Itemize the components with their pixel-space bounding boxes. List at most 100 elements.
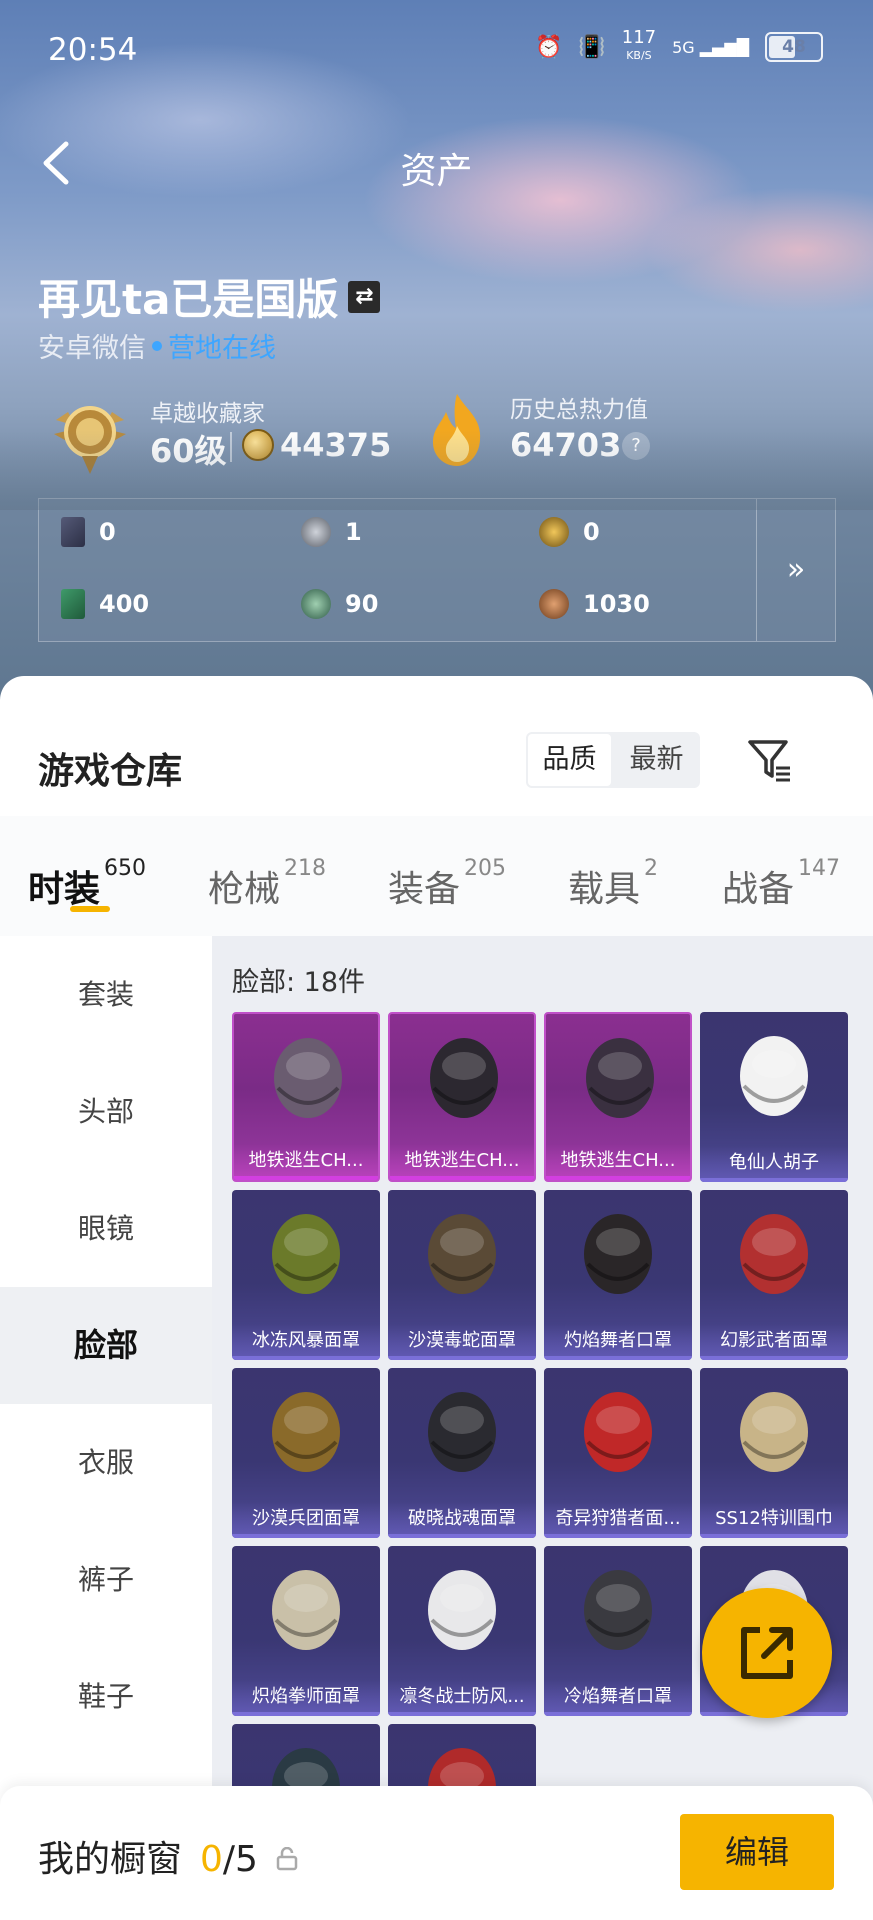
tab-fashion[interactable]: 时装650 <box>28 856 146 912</box>
dark-mask-icon <box>428 1392 496 1472</box>
heat-label: 历史总热力值 <box>510 397 648 423</box>
currency-item: 0 <box>61 517 116 547</box>
divider <box>230 432 232 462</box>
sidebar-item-head[interactable]: 头部 <box>0 1053 212 1170</box>
item-card-label: 冰冻风暴面罩 <box>232 1324 380 1360</box>
bronze-token-icon <box>539 589 569 619</box>
green-token-icon <box>301 589 331 619</box>
item-card[interactable]: 地铁逃生CH... <box>544 1012 692 1182</box>
item-card[interactable]: 幻影武者面罩 <box>700 1190 848 1360</box>
item-card[interactable]: 地铁逃生CH... <box>388 1012 536 1182</box>
lock-icon <box>276 1847 298 1871</box>
sidebar-item-glasses[interactable]: 眼镜 <box>0 1170 212 1287</box>
currency-panel[interactable]: 0 1 0 400 90 1030 » <box>38 498 836 642</box>
tab-vehicles[interactable]: 载具2 <box>568 856 658 912</box>
item-card[interactable]: SS12特训围巾 <box>700 1368 848 1538</box>
silver-token-icon <box>301 517 331 547</box>
status-bar: 20:54 ⏰ 📳 117 KB/S 5G ▂▄▆█ 48 <box>0 0 873 100</box>
item-card-label: 沙漠兵团面罩 <box>232 1502 380 1538</box>
collector-label: 卓越收藏家 <box>150 401 265 427</box>
sidebar: 套装 头部 眼镜 脸部 衣服 裤子 鞋子 <box>0 936 212 1920</box>
beard-icon <box>740 1036 808 1116</box>
more-currency-button[interactable]: » <box>756 499 835 641</box>
showcase-count: 0/5 <box>200 1839 258 1880</box>
spider-mask-icon <box>584 1392 652 1472</box>
switch-account-icon[interactable]: ⇄ <box>348 280 381 313</box>
share-button[interactable] <box>702 1588 832 1718</box>
item-card[interactable]: 沙漠兵团面罩 <box>232 1368 380 1538</box>
item-card[interactable]: 冷焰舞者口罩 <box>544 1546 692 1716</box>
status-time: 20:54 <box>48 32 138 68</box>
flame-mask-icon <box>584 1214 652 1294</box>
balaclava-icon <box>428 1570 496 1650</box>
net-speed: 117 KB/S <box>621 27 657 63</box>
item-card[interactable]: 破晓战魂面罩 <box>388 1368 536 1538</box>
currency-item: 0 <box>539 517 600 547</box>
tab-equipment[interactable]: 装备205 <box>388 856 506 912</box>
sidebar-item-pants[interactable]: 裤子 <box>0 1521 212 1638</box>
active-tab-indicator <box>70 906 110 912</box>
item-card-label: 沙漠毒蛇面罩 <box>388 1324 536 1360</box>
gold-mask-icon <box>272 1392 340 1472</box>
alarm-icon: ⏰ <box>534 34 563 60</box>
item-card-label: 炽焰拳师面罩 <box>232 1680 380 1716</box>
sidebar-item-face[interactable]: 脸部 <box>0 1287 212 1404</box>
collector-level: 60级 <box>150 432 227 470</box>
player-sub-info: 安卓微信 营地在线 <box>38 326 276 365</box>
currency-item: 1030 <box>539 589 650 619</box>
red-helmet-icon <box>740 1214 808 1294</box>
item-card-label: 地铁逃生CH... <box>234 1144 378 1180</box>
item-card-label: 冷焰舞者口罩 <box>544 1680 692 1716</box>
sort-quality[interactable]: 品质 <box>528 734 611 786</box>
help-icon[interactable]: ? <box>622 432 650 460</box>
item-card[interactable]: 炽焰拳师面罩 <box>232 1546 380 1716</box>
item-card-label: SS12特训围巾 <box>700 1502 848 1538</box>
green-card-icon <box>61 589 85 619</box>
collector-points: 44375 <box>242 426 391 464</box>
item-card[interactable]: 凛冬战士防风... <box>388 1546 536 1716</box>
sidebar-item-shoes[interactable]: 鞋子 <box>0 1638 212 1755</box>
warehouse-sheet: 游戏仓库 品质 最新 时装650 枪械218 装备205 载具2 战备147 套… <box>0 676 873 1920</box>
sidebar-item-clothes[interactable]: 衣服 <box>0 1404 212 1521</box>
sidebar-item-suit[interactable]: 套装 <box>0 936 212 1053</box>
sort-newest[interactable]: 最新 <box>615 734 698 786</box>
signal-icon: 5G ▂▄▆█ <box>672 37 749 57</box>
category-tabs: 时装650 枪械218 装备205 载具2 战备147 <box>0 816 873 936</box>
online-status: 营地在线 <box>168 333 276 364</box>
item-card-label: 地铁逃生CH... <box>390 1144 534 1180</box>
platform-label: 安卓微信 <box>38 333 146 364</box>
warehouse-title: 游戏仓库 <box>38 751 183 792</box>
item-card[interactable]: 冰冻风暴面罩 <box>232 1190 380 1360</box>
item-card-label: 破晓战魂面罩 <box>388 1502 536 1538</box>
item-card-label: 凛冬战士防风... <box>388 1680 536 1716</box>
currency-item: 1 <box>301 517 362 547</box>
item-card-label: 幻影武者面罩 <box>700 1324 848 1360</box>
collector-badge-icon <box>54 406 126 474</box>
filter-icon[interactable] <box>746 736 794 784</box>
item-count: 脸部: 18件 <box>232 967 366 998</box>
gold-token-icon <box>539 517 569 547</box>
page-title: 资产 <box>400 151 473 192</box>
item-card[interactable]: 灼焰舞者口罩 <box>544 1190 692 1360</box>
tab-gear[interactable]: 战备147 <box>722 856 840 912</box>
item-card[interactable]: 龟仙人胡子 <box>700 1012 848 1182</box>
vibrate-icon: 📳 <box>578 34 606 60</box>
currency-item: 400 <box>61 589 149 619</box>
oni-mask-icon <box>272 1570 340 1650</box>
gas-mask-icon <box>274 1038 342 1118</box>
tab-guns[interactable]: 枪械218 <box>208 856 326 912</box>
showcase-label: 我的橱窗 0/5 <box>38 1830 298 1882</box>
goggle-mask-icon <box>428 1214 496 1294</box>
item-card[interactable]: 地铁逃生CH... <box>232 1012 380 1182</box>
item-grid-area: 脸部: 18件 地铁逃生CH... 地铁逃生CH... 地铁逃生CH... 龟仙人胡子… <box>212 936 873 1920</box>
edit-button[interactable]: 编辑 <box>680 1814 834 1890</box>
showcase-bar: 我的橱窗 0/5 编辑 <box>0 1786 873 1920</box>
item-card[interactable]: 奇异狩猎者面... <box>544 1368 692 1538</box>
item-card[interactable]: 沙漠毒蛇面罩 <box>388 1190 536 1360</box>
item-card-label: 地铁逃生CH... <box>546 1144 690 1180</box>
heat-value: 64703 <box>510 426 622 464</box>
medal-coin-icon <box>242 429 274 461</box>
player-name: 再见ta已是国版 ⇄ <box>38 266 381 327</box>
profile-header: 20:54 ⏰ 📳 117 KB/S 5G ▂▄▆█ 48 资产 再见ta已是国… <box>0 0 873 700</box>
card-icon <box>61 517 85 547</box>
